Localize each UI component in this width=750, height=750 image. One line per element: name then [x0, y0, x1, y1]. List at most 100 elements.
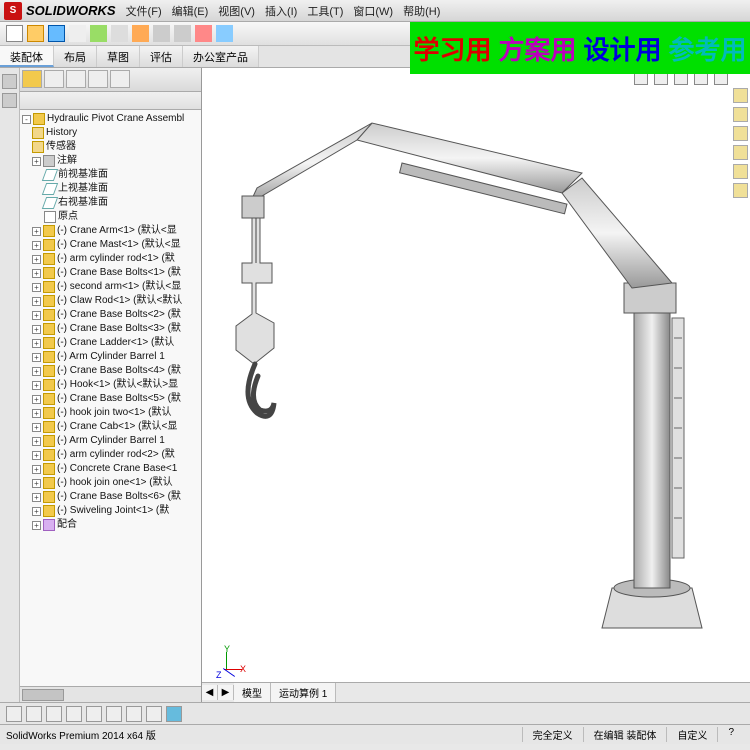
expand-icon[interactable]: +: [32, 367, 41, 376]
menu-tools[interactable]: 工具(T): [307, 3, 343, 19]
expand-icon[interactable]: +: [32, 507, 41, 516]
expand-icon[interactable]: +: [32, 521, 41, 530]
expand-icon[interactable]: +: [32, 409, 41, 418]
tool-icon[interactable]: [126, 706, 142, 722]
tab-evaluate[interactable]: 评估: [140, 46, 183, 67]
tab-assembly[interactable]: 装配体: [0, 46, 54, 67]
select-icon[interactable]: [132, 25, 149, 42]
tree-part[interactable]: +(-) Crane Base Bolts<4> (默: [20, 364, 201, 378]
appearance-icon[interactable]: [216, 25, 233, 42]
tree-origin[interactable]: 原点: [20, 210, 201, 224]
tree-part[interactable]: +(-) Crane Ladder<1> (默认: [20, 336, 201, 350]
tab-office[interactable]: 办公室产品: [183, 46, 259, 67]
tree-plane[interactable]: 右视基准面: [20, 196, 201, 210]
tool-icon[interactable]: [146, 706, 162, 722]
tree-part[interactable]: +(-) Crane Base Bolts<3> (默: [20, 322, 201, 336]
tab-layout[interactable]: 布局: [54, 46, 97, 67]
expand-icon[interactable]: +: [32, 423, 41, 432]
tool-icon[interactable]: [26, 706, 42, 722]
rebuild-icon[interactable]: [90, 25, 107, 42]
expand-icon[interactable]: +: [32, 311, 41, 320]
menu-insert[interactable]: 插入(I): [265, 3, 297, 19]
tree-part[interactable]: +(-) hook join two<1> (默认: [20, 406, 201, 420]
tree-part[interactable]: +(-) arm cylinder rod<2> (默: [20, 448, 201, 462]
expand-icon[interactable]: +: [32, 325, 41, 334]
dimxpert-tab-icon[interactable]: [88, 70, 108, 88]
status-help-icon[interactable]: ?: [717, 727, 744, 742]
menu-view[interactable]: 视图(V): [218, 3, 255, 19]
tree-part[interactable]: +(-) arm cylinder rod<1> (默: [20, 252, 201, 266]
display-manager-tab-icon[interactable]: [110, 70, 130, 88]
expand-icon[interactable]: +: [32, 283, 41, 292]
tool-icon[interactable]: [106, 706, 122, 722]
tab-nav-right-icon[interactable]: ▶: [218, 685, 234, 700]
menu-file[interactable]: 文件(F): [126, 3, 162, 19]
tree-notes[interactable]: +注解: [20, 154, 201, 168]
tab-model[interactable]: 模型: [234, 683, 271, 702]
tree-plane[interactable]: 前视基准面: [20, 168, 201, 182]
tree-part[interactable]: +(-) Crane Base Bolts<6> (默: [20, 490, 201, 504]
tree-part[interactable]: +(-) second arm<1> (默认<显: [20, 280, 201, 294]
tab-nav-left-icon[interactable]: ◀: [202, 685, 218, 700]
panel-scrollbar[interactable]: [20, 686, 201, 702]
expand-icon[interactable]: +: [32, 465, 41, 474]
tree-part[interactable]: +(-) Arm Cylinder Barrel 1: [20, 350, 201, 364]
print-icon[interactable]: [69, 25, 86, 42]
new-icon[interactable]: [6, 25, 23, 42]
tree-part[interactable]: +(-) Concrete Crane Base<1: [20, 462, 201, 476]
graphics-viewport[interactable]: Y X Z ◀ ▶ 模型 运动算例 1: [202, 68, 750, 702]
expand-icon[interactable]: +: [32, 157, 41, 166]
tree-sensor[interactable]: 传感器: [20, 140, 201, 154]
tree-part[interactable]: +(-) hook join one<1> (默认: [20, 476, 201, 490]
tree-part[interactable]: +(-) Crane Base Bolts<1> (默: [20, 266, 201, 280]
menu-help[interactable]: 帮助(H): [403, 3, 440, 19]
expand-icon[interactable]: +: [32, 227, 41, 236]
expand-icon[interactable]: +: [32, 479, 41, 488]
expand-icon[interactable]: +: [32, 395, 41, 404]
tree-part[interactable]: +(-) Swiveling Joint<1> (默: [20, 504, 201, 518]
expand-icon[interactable]: +: [32, 241, 41, 250]
axis-triad[interactable]: Y X Z: [210, 644, 246, 680]
config-manager-tab-icon[interactable]: [66, 70, 86, 88]
tree-part[interactable]: +(-) Crane Mast<1> (默认<显: [20, 238, 201, 252]
expand-icon[interactable]: +: [32, 493, 41, 502]
tree-part[interactable]: +(-) Crane Arm<1> (默认<显: [20, 224, 201, 238]
expand-icon[interactable]: +: [32, 297, 41, 306]
expand-icon[interactable]: +: [32, 255, 41, 264]
tab-sketch[interactable]: 草图: [97, 46, 140, 67]
expand-icon[interactable]: +: [32, 437, 41, 446]
property-manager-tab-icon[interactable]: [44, 70, 64, 88]
expand-icon[interactable]: +: [32, 353, 41, 362]
menu-window[interactable]: 窗口(W): [353, 3, 393, 19]
tree-mates[interactable]: +配合: [20, 518, 201, 532]
save-icon[interactable]: [48, 25, 65, 42]
left-tool-icon[interactable]: [2, 74, 17, 89]
tree-part[interactable]: +(-) Hook<1> (默认<默认>显: [20, 378, 201, 392]
tool-icon[interactable]: [46, 706, 62, 722]
tree-plane[interactable]: 上视基准面: [20, 182, 201, 196]
tree-part[interactable]: +(-) Crane Base Bolts<2> (默: [20, 308, 201, 322]
options-icon[interactable]: [111, 25, 128, 42]
feature-tree-tab-icon[interactable]: [22, 70, 42, 88]
expand-icon[interactable]: -: [22, 115, 31, 124]
tab-motion-study[interactable]: 运动算例 1: [271, 683, 336, 702]
tree-part[interactable]: +(-) Crane Base Bolts<5> (默: [20, 392, 201, 406]
tool-icon[interactable]: [86, 706, 102, 722]
tree-part[interactable]: +(-) Crane Cab<1> (默认<显: [20, 420, 201, 434]
redo-icon[interactable]: [174, 25, 191, 42]
expand-icon[interactable]: +: [32, 381, 41, 390]
tree-part[interactable]: +(-) Claw Rod<1> (默认<默认: [20, 294, 201, 308]
expand-icon[interactable]: +: [32, 339, 41, 348]
sketch-icon[interactable]: [195, 25, 212, 42]
expand-icon[interactable]: +: [32, 269, 41, 278]
open-icon[interactable]: [27, 25, 44, 42]
tool-icon[interactable]: [6, 706, 22, 722]
tool-icon[interactable]: [66, 706, 82, 722]
tool-icon[interactable]: [166, 706, 182, 722]
undo-icon[interactable]: [153, 25, 170, 42]
left-tool-icon[interactable]: [2, 93, 17, 108]
tree-history[interactable]: History: [20, 126, 201, 140]
tree-root[interactable]: -Hydraulic Pivot Crane Assembl: [20, 112, 201, 126]
menu-edit[interactable]: 编辑(E): [172, 3, 209, 19]
expand-icon[interactable]: +: [32, 451, 41, 460]
